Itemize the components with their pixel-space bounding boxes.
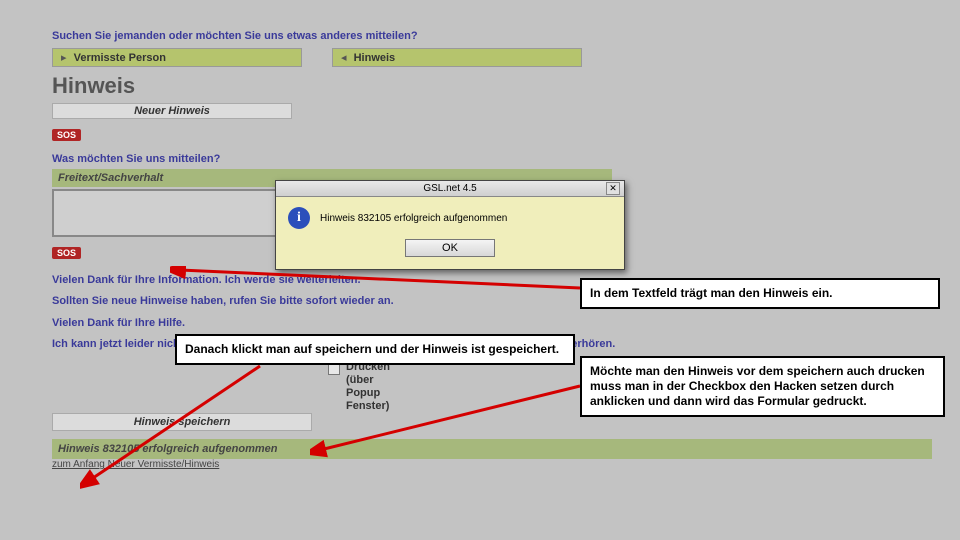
ok-button[interactable]: OK: [405, 239, 495, 257]
close-icon[interactable]: ✕: [606, 182, 620, 195]
annotation-1: In dem Textfeld trägt man den Hinweis ei…: [580, 278, 940, 309]
triangle-right-icon: ▸: [61, 52, 67, 64]
info-icon: i: [288, 207, 310, 229]
tabs-row: ▸ Vermisste Person ◂ Hinweis: [52, 48, 928, 67]
header-question: Suchen Sie jemanden oder möchten Sie uns…: [52, 30, 928, 42]
triangle-down-icon: ◂: [341, 52, 347, 64]
arrow-to-save: [80, 360, 280, 490]
ask-question: Was möchten Sie uns mitteilen?: [52, 153, 928, 165]
dialog-titlebar: GSL.net 4.5 ✕: [276, 181, 624, 197]
dialog-title: GSL.net 4.5: [423, 183, 476, 194]
tab-label: Hinweis: [354, 52, 396, 64]
sos-badge-2: SOS: [52, 247, 81, 259]
thanks-line: Vielen Dank für Ihre Hilfe.: [52, 316, 928, 331]
dialog-message: Hinweis 832105 erfolgreich aufgenommen: [320, 213, 507, 224]
tab-label: Vermisste Person: [74, 52, 166, 64]
annotation-3: Möchte man den Hinweis vor dem speichern…: [580, 356, 945, 417]
section-title: Hinweis: [52, 73, 928, 99]
annotation-2: Danach klickt man auf speichern und der …: [175, 334, 575, 365]
tab-hinweis[interactable]: ◂ Hinweis: [332, 48, 582, 67]
new-hint-button[interactable]: Neuer Hinweis: [52, 103, 292, 119]
arrow-to-checkbox: [310, 380, 590, 460]
confirm-dialog: GSL.net 4.5 ✕ i Hinweis 832105 erfolgrei…: [275, 180, 625, 270]
tab-missing-person[interactable]: ▸ Vermisste Person: [52, 48, 302, 67]
arrow-to-textfield: [170, 266, 590, 296]
sos-badge: SOS: [52, 129, 81, 141]
